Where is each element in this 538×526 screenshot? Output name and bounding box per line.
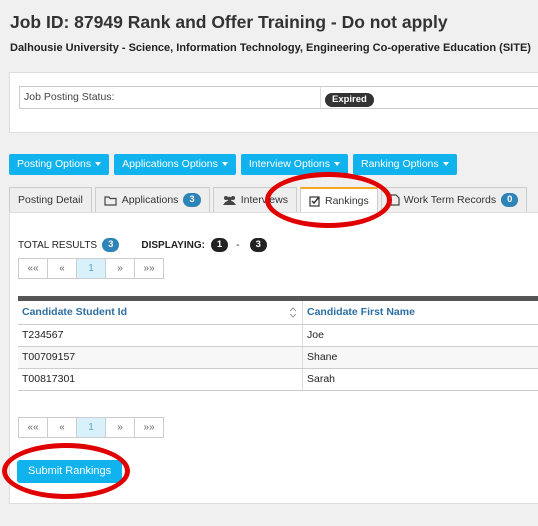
page-title: Job ID: 87949 Rank and Offer Training - … xyxy=(10,12,448,32)
page-prev-button[interactable]: « xyxy=(47,417,77,438)
page-first-button[interactable]: «« xyxy=(18,258,48,279)
page-subtitle: Dalhousie University - Science, Informat… xyxy=(10,42,531,54)
page-next-button[interactable]: » xyxy=(105,417,135,438)
caret-down-icon xyxy=(95,162,102,167)
student-id-cell: T00709157 xyxy=(18,347,303,368)
tab-posting-detail[interactable]: Posting Detail xyxy=(9,187,92,212)
page-current-button[interactable]: 1 xyxy=(76,258,106,279)
page-last-button[interactable]: »» xyxy=(134,417,164,438)
student-id-cell: T00817301 xyxy=(18,369,303,390)
page-last-button[interactable]: »» xyxy=(134,258,164,279)
folder-icon xyxy=(104,195,117,206)
displaying-dash: - xyxy=(236,239,240,251)
ranking-options-button[interactable]: Ranking Options xyxy=(353,154,457,175)
caret-down-icon xyxy=(221,162,228,167)
table-header: Candidate Student Id Candidate First Nam… xyxy=(18,301,538,325)
displaying-to-badge: 3 xyxy=(249,238,267,252)
tab-applications[interactable]: Applications 3 xyxy=(94,187,210,212)
displaying-label: DISPLAYING: xyxy=(141,239,205,251)
pagination-top: «« « 1 » »» xyxy=(18,258,164,279)
table-row[interactable]: T234567 Joe xyxy=(18,325,538,347)
work-term-count-badge: 0 xyxy=(501,193,519,207)
annotation-circle-rankings-tab xyxy=(265,172,392,228)
status-label: Job Posting Status: xyxy=(20,87,321,108)
status-panel: Job Posting Status: Expired xyxy=(9,72,538,133)
tab-work-term-records[interactable]: Work Term Records 0 xyxy=(380,187,528,212)
sort-icon[interactable] xyxy=(289,307,297,318)
page-next-button[interactable]: » xyxy=(105,258,135,279)
posting-options-button[interactable]: Posting Options xyxy=(9,154,110,175)
column-header-first-name[interactable]: Candidate First Name xyxy=(303,301,415,324)
page-current-button[interactable]: 1 xyxy=(76,417,106,438)
caret-down-icon xyxy=(442,162,449,167)
caret-down-icon xyxy=(334,162,340,167)
displaying-from-badge: 1 xyxy=(210,238,229,252)
status-badge: Expired xyxy=(325,93,374,107)
student-id-cell: T234567 xyxy=(18,325,303,346)
pagination-bottom: «« « 1 » »» xyxy=(18,417,164,438)
options-toolbar: Posting Options Applications Options Int… xyxy=(9,154,457,175)
rankings-table: Candidate Student Id Candidate First Nam… xyxy=(18,296,538,391)
table-row[interactable]: T00709157 Shane xyxy=(18,347,538,369)
applications-options-button[interactable]: Applications Options xyxy=(114,154,236,175)
total-results-label: TOTAL RESULTS xyxy=(18,239,98,251)
first-name-cell: Joe xyxy=(307,329,324,341)
annotation-circle-submit-button xyxy=(2,443,130,499)
results-summary: TOTAL RESULTS 3 DISPLAYING: 1 - 3 xyxy=(18,238,267,252)
column-header-student-id[interactable]: Candidate Student Id xyxy=(18,301,303,324)
status-table: Job Posting Status: Expired xyxy=(19,86,538,109)
applications-count-badge: 3 xyxy=(183,193,201,207)
total-results-badge: 3 xyxy=(102,238,120,252)
first-name-cell: Shane xyxy=(307,351,338,363)
page-prev-button[interactable]: « xyxy=(47,258,77,279)
page-first-button[interactable]: «« xyxy=(18,417,48,438)
first-name-cell: Sarah xyxy=(307,373,336,385)
table-row[interactable]: T00817301 Sarah xyxy=(18,369,538,391)
users-icon xyxy=(222,195,236,205)
